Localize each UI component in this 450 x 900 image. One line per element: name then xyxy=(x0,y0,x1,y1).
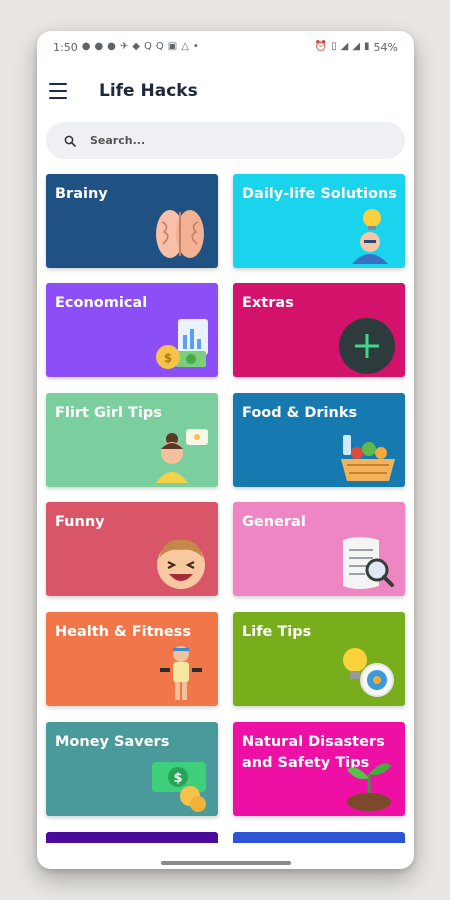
battery-percent: 54% xyxy=(373,40,398,54)
app-title: Life Hacks xyxy=(99,81,198,101)
category-card-daily-life-solutions[interactable]: Daily-life Solutions xyxy=(233,174,405,268)
chat-icon: ▣ xyxy=(167,41,178,52)
category-card-flirt-girl-tips[interactable]: Flirt Girl Tips xyxy=(46,393,218,487)
status-time: 1:50 xyxy=(53,40,78,54)
laughing-face-icon xyxy=(157,539,205,589)
category-label: Funny xyxy=(55,514,105,530)
warning-icon: △ xyxy=(181,41,189,52)
category-card-food-drinks[interactable]: Food & Drinks xyxy=(233,393,405,487)
category-card-health-fitness[interactable]: Health & Fitness xyxy=(46,612,218,706)
category-card-natural-disasters-safety[interactable]: Natural Disasters and Safety Tips xyxy=(233,722,405,816)
svg-text:$: $ xyxy=(164,351,172,365)
category-label: General xyxy=(242,514,306,530)
vibrate-icon: ▯ xyxy=(331,41,337,52)
category-label: Economical xyxy=(55,295,148,311)
search-input[interactable] xyxy=(90,134,340,147)
idea-person-icon xyxy=(352,209,388,264)
app-toolbar: Life Hacks xyxy=(37,73,414,113)
cash-coins-icon: $ xyxy=(152,762,206,812)
search-icon xyxy=(64,135,76,147)
signal-icon: ◢ xyxy=(352,41,361,52)
category-card-funny[interactable]: Funny xyxy=(46,502,218,596)
facebook-icon: ● xyxy=(94,41,104,52)
category-label: Health & Fitness xyxy=(55,624,191,640)
brain-icon xyxy=(156,210,204,258)
search-bar[interactable] xyxy=(46,122,405,159)
bottom-inset xyxy=(37,843,414,869)
category-label: Extras xyxy=(242,295,294,311)
category-card-brainy[interactable]: Brainy xyxy=(46,174,218,268)
plant-soil-icon xyxy=(347,763,391,811)
category-card-general[interactable]: General xyxy=(233,502,405,596)
category-card-extras[interactable]: Extras xyxy=(233,283,405,377)
svg-text:$: $ xyxy=(173,771,182,786)
gesture-nav-bar[interactable] xyxy=(161,861,291,865)
category-label: Daily-life Solutions xyxy=(242,186,397,202)
dumbbell-man-icon xyxy=(160,646,202,700)
pinterest-icon: ● xyxy=(107,41,116,52)
document-search-icon xyxy=(343,537,394,589)
plus-icon xyxy=(339,318,395,374)
status-bar: 1:50 ● ● ● ✈ ◆ Q Q ▣ △ • ⏰ ▯ ◢ ◢ ▮ 54% xyxy=(37,31,414,63)
bulb-target-icon xyxy=(343,648,394,697)
flight-icon: ✈ xyxy=(119,41,129,52)
money-chart-icon: $ xyxy=(156,319,208,369)
signal-icon: ◢ xyxy=(340,41,349,52)
category-label: Money Savers xyxy=(55,734,170,750)
phone-screen: 1:50 ● ● ● ✈ ◆ Q Q ▣ △ • ⏰ ▯ ◢ ◢ ▮ 54% L… xyxy=(37,31,414,869)
category-card-economical[interactable]: Economical $ xyxy=(46,283,218,377)
category-label: Food & Drinks xyxy=(242,405,358,421)
category-card-money-savers[interactable]: Money Savers $ xyxy=(46,722,218,816)
q-icon: Q xyxy=(155,41,164,52)
hamburger-menu-icon[interactable] xyxy=(49,83,67,99)
category-label: Flirt Girl Tips xyxy=(55,405,162,421)
alarm-icon: ⏰ xyxy=(314,41,328,52)
category-card-life-tips[interactable]: Life Tips xyxy=(233,612,405,706)
category-label: Brainy xyxy=(55,186,108,202)
girl-chat-icon xyxy=(156,429,208,483)
facebook-icon: ● xyxy=(81,41,91,52)
dot-icon: • xyxy=(192,41,199,52)
category-label: Life Tips xyxy=(242,624,312,640)
cat-icon: ◆ xyxy=(132,41,140,52)
q-icon: Q xyxy=(144,41,152,52)
food-basket-icon xyxy=(341,435,395,481)
battery-icon: ▮ xyxy=(364,41,370,52)
